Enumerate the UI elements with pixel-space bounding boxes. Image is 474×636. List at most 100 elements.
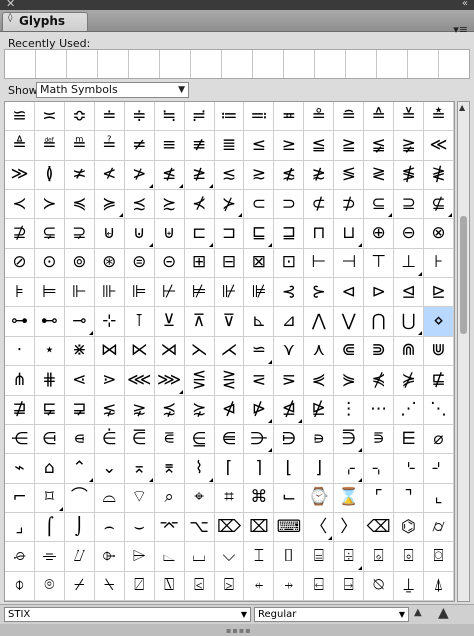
glyph-cell[interactable]: ⊴ <box>394 278 425 308</box>
glyph-cell[interactable]: ⊸ <box>64 307 95 337</box>
recent-glyph-slot[interactable] <box>191 50 222 78</box>
glyph-cell[interactable]: ⋯ <box>364 395 395 425</box>
glyph-cell[interactable]: ⋆ <box>34 336 65 367</box>
glyph-cell[interactable]: ⋋ <box>184 336 215 367</box>
glyph-cell[interactable]: ⊜ <box>124 248 155 279</box>
glyph-cell[interactable]: ⊖ <box>394 219 425 249</box>
glyph-cell[interactable]: ≺ <box>5 190 35 220</box>
glyph-cell[interactable]: ⌏ <box>424 454 454 484</box>
glyph-cell[interactable]: ⋓ <box>424 336 454 367</box>
glyph-cell[interactable]: ⋡ <box>394 366 425 396</box>
glyph-cell[interactable]: ⊙ <box>34 248 65 279</box>
glyph-cell[interactable]: ⌠ <box>34 512 65 543</box>
glyph-cell[interactable]: ⊼ <box>184 307 215 337</box>
glyph-cell[interactable]: ≐ <box>94 102 125 132</box>
glyph-cell[interactable]: ⊗ <box>424 219 454 249</box>
glyph-cell[interactable]: ⊧ <box>5 278 35 308</box>
glyph-cell[interactable]: ⋼ <box>304 424 335 455</box>
glyph-cell[interactable]: ⋭ <box>304 395 335 425</box>
glyph-cell[interactable]: ⊒ <box>274 219 305 249</box>
glyph-cell[interactable]: ⊄ <box>304 190 335 220</box>
glyph-cell[interactable]: ⋫ <box>244 395 275 425</box>
glyph-cell[interactable]: ⊊ <box>34 219 65 249</box>
glyph-cell[interactable]: ⊵ <box>424 278 454 308</box>
glyph-cell[interactable]: ⋙ <box>154 366 185 396</box>
glyph-cell[interactable]: ⋈ <box>94 336 125 367</box>
glyph-cell[interactable]: ⌹ <box>334 542 365 572</box>
glyph-cell[interactable]: ⌭ <box>424 512 454 543</box>
glyph-cell[interactable]: ⌺ <box>364 542 395 572</box>
glyph-cell[interactable]: ≥ <box>274 131 305 161</box>
glyph-cell[interactable]: ≑ <box>124 102 155 132</box>
glyph-cell[interactable]: ⋧ <box>124 395 155 425</box>
glyph-cell[interactable]: ≡ <box>154 131 185 161</box>
glyph-cell[interactable]: ≿ <box>154 190 185 220</box>
glyph-cell[interactable]: ⋸ <box>184 424 215 455</box>
glyph-cell[interactable]: ⍁ <box>124 571 155 601</box>
glyph-cell[interactable]: ⍋ <box>424 571 454 601</box>
glyph-cell[interactable]: 〈 <box>304 512 335 543</box>
glyph-cell[interactable]: ⊣ <box>334 248 365 279</box>
glyph-cell[interactable]: ⋕ <box>34 366 65 396</box>
show-select[interactable]: Math Symbols ▼ <box>36 82 189 98</box>
glyph-cell[interactable]: ≗ <box>304 102 335 132</box>
glyph-cell[interactable]: ⌯ <box>34 542 65 572</box>
glyph-cell[interactable]: ⊭ <box>184 278 215 308</box>
glyph-cell[interactable]: ⍊ <box>394 571 425 601</box>
recent-glyph-slot[interactable] <box>98 50 129 78</box>
recent-glyph-slot[interactable] <box>315 50 346 78</box>
glyph-cell[interactable]: ⋻ <box>274 424 305 455</box>
glyph-cell[interactable]: ≮ <box>94 160 125 191</box>
glyph-cell[interactable]: ⊔ <box>334 219 365 249</box>
glyph-cell[interactable]: ⋞ <box>304 366 335 396</box>
glyph-cell[interactable]: ⌙ <box>274 483 305 513</box>
glyph-cell[interactable]: ≯ <box>124 160 155 191</box>
glyph-cell[interactable]: ⊨ <box>34 278 65 308</box>
glyph-cell[interactable]: ⌍ <box>364 454 395 484</box>
glyph-cell[interactable]: ⌊ <box>274 454 305 484</box>
glyph-cell[interactable]: ≣ <box>214 131 245 161</box>
recent-glyph-slot[interactable] <box>284 50 315 78</box>
glyph-cell[interactable]: ⋨ <box>154 395 185 425</box>
glyph-cell[interactable]: ⊏ <box>184 219 215 249</box>
glyph-cell[interactable]: ⌶ <box>244 542 275 572</box>
glyph-cell[interactable]: ⊩ <box>64 278 95 308</box>
glyph-cell[interactable]: ≸ <box>394 160 425 191</box>
glyph-cell[interactable]: ⊛ <box>94 248 125 279</box>
glyph-cell[interactable]: ⌧ <box>244 512 275 543</box>
glyph-cell[interactable]: ⋎ <box>274 336 305 367</box>
glyph-cell[interactable]: ⌖ <box>184 483 215 513</box>
glyph-cell[interactable]: ⌫ <box>364 512 395 543</box>
panel-menu-icon[interactable]: ▾≡ <box>453 23 468 36</box>
glyph-cell[interactable]: ⋀ <box>304 307 335 337</box>
glyph-cell[interactable]: ⋘ <box>124 366 155 396</box>
glyph-cell[interactable]: ⊺ <box>124 307 155 337</box>
recent-glyph-slot[interactable] <box>129 50 160 78</box>
glyph-cell[interactable]: ⋲ <box>5 424 35 455</box>
glyph-cell[interactable]: ⊃ <box>274 190 305 220</box>
glyph-cell[interactable]: ⌐ <box>5 483 35 513</box>
glyph-cell[interactable]: ⋊ <box>154 336 185 367</box>
glyph-cell[interactable]: ⊥ <box>394 248 425 279</box>
glyph-cell[interactable]: ⌓ <box>94 483 125 513</box>
glyph-cell[interactable]: ⊁ <box>214 190 245 220</box>
glyph-cell[interactable]: ⊎ <box>154 219 185 249</box>
glyph-cell[interactable]: ⋑ <box>364 336 395 367</box>
glyph-cell[interactable]: ⋇ <box>64 336 95 367</box>
glyph-cell[interactable]: ⋏ <box>304 336 335 367</box>
glyph-cell[interactable]: ⍄ <box>214 571 245 601</box>
glyph-cell[interactable]: ⊞ <box>184 248 215 279</box>
glyph-cell[interactable]: ⋱ <box>424 395 454 425</box>
glyph-cell[interactable]: ⊇ <box>394 190 425 220</box>
glyph-cell[interactable]: ⊀ <box>184 190 215 220</box>
glyph-cell[interactable]: ⌨ <box>274 512 305 543</box>
glyph-cell[interactable]: ⌱ <box>94 542 125 572</box>
glyph-cell[interactable]: ⊆ <box>364 190 395 220</box>
glyph-cell[interactable]: 〉 <box>334 512 365 543</box>
glyph-cell[interactable]: ⋝ <box>274 366 305 396</box>
recent-glyph-slot[interactable] <box>36 50 67 78</box>
scroll-up-icon[interactable]: ▲ <box>459 103 465 112</box>
glyph-cell[interactable]: ⋖ <box>64 366 95 396</box>
glyph-cell[interactable]: ⋅ <box>5 336 35 367</box>
glyph-cell[interactable]: ≻ <box>34 190 65 220</box>
